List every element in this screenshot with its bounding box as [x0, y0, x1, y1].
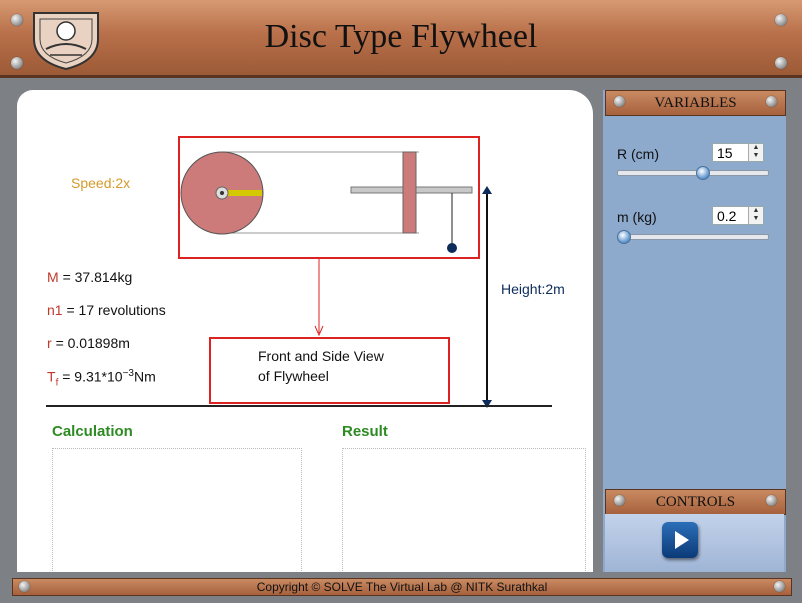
reading-radius: r = 0.01898m: [47, 335, 130, 351]
caption-line-1: Front and Side View: [258, 348, 384, 364]
caption-line-2: of Flywheel: [258, 368, 329, 384]
radius-slider[interactable]: [617, 170, 769, 176]
page-title: Disc Type Flywheel: [264, 18, 538, 55]
side-view-disc: [402, 151, 417, 234]
radius-stepper[interactable]: 15 ▲ ▼: [712, 143, 764, 162]
calculation-heading: Calculation: [52, 423, 133, 440]
play-icon: [675, 531, 689, 549]
screw-icon: [11, 57, 23, 69]
play-button[interactable]: [662, 522, 698, 558]
radius-value: 15: [717, 145, 733, 161]
mass-label: m (kg): [617, 209, 657, 225]
variables-title: VARIABLES: [654, 95, 737, 111]
mass-value: 0.2: [717, 208, 737, 224]
radius-label: R (cm): [617, 146, 659, 162]
result-area: [342, 448, 586, 571]
calculation-area: [52, 448, 302, 571]
variables-header: VARIABLES: [605, 90, 786, 116]
screw-icon: [19, 581, 30, 592]
reading-mass: M = 37.814kg: [47, 269, 133, 285]
stepper-arrows[interactable]: ▲ ▼: [748, 144, 763, 161]
result-heading: Result: [342, 423, 388, 440]
mass-slider[interactable]: [617, 234, 769, 240]
screw-icon: [614, 96, 625, 107]
screw-icon: [614, 495, 625, 506]
controls-header: CONTROLS: [605, 489, 786, 515]
screw-icon: [774, 581, 785, 592]
reading-friction-torque: Tf = 9.31*10−3Nm: [47, 368, 156, 389]
screw-icon: [766, 495, 777, 506]
screw-icon: [766, 96, 777, 107]
footer-bar: Copyright © SOLVE The Virtual Lab @ NITK…: [12, 578, 792, 596]
radius-slider-thumb[interactable]: [695, 166, 710, 180]
copyright-text: Copyright © SOLVE The Virtual Lab @ NITK…: [256, 580, 548, 594]
controls-title: CONTROLS: [655, 494, 736, 510]
mass-stepper[interactable]: 0.2 ▲ ▼: [712, 206, 764, 225]
height-label: Height:2m: [501, 281, 565, 297]
reading-revolutions: n1 = 17 revolutions: [47, 302, 166, 318]
mass-slider-thumb[interactable]: [617, 230, 631, 244]
hanging-mass: [447, 243, 457, 253]
speed-label: Speed:2x: [71, 175, 131, 191]
stepper-arrows[interactable]: ▲ ▼: [748, 207, 763, 224]
screw-icon: [775, 57, 787, 69]
